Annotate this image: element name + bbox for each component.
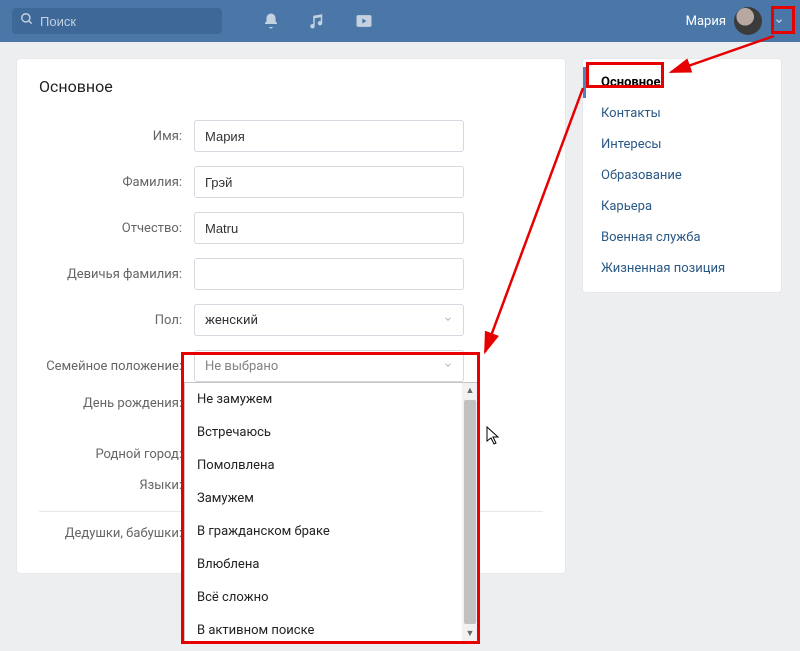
name-input[interactable] xyxy=(194,120,464,152)
scrollbar[interactable]: ▲ ▼ xyxy=(462,383,478,641)
topbar: Мария xyxy=(0,0,800,42)
dropdown-option[interactable]: Замужем xyxy=(185,482,462,515)
username: Мария xyxy=(686,14,726,29)
music-icon[interactable] xyxy=(308,12,326,30)
dropdown-list: Не замужемВстречаюсьПомолвленаЗамужемВ г… xyxy=(185,383,462,641)
top-icons xyxy=(262,11,374,31)
sidebar-item-career[interactable]: Карьера xyxy=(583,191,781,222)
hometown-label: Родной город: xyxy=(39,447,194,462)
scroll-up-icon[interactable]: ▲ xyxy=(466,383,475,398)
scroll-thumb[interactable] xyxy=(464,400,476,624)
dropdown-option[interactable]: В активном поиске xyxy=(185,614,462,641)
relationship-select[interactable]: Не выбрано xyxy=(194,350,464,382)
sidebar-item-military[interactable]: Военная служба xyxy=(583,222,781,253)
relationship-value: Не выбрано xyxy=(205,359,278,374)
avatar xyxy=(734,7,762,35)
sidebar-item-interests[interactable]: Интересы xyxy=(583,129,781,160)
dropdown-option[interactable]: Всё сложно xyxy=(185,581,462,614)
maiden-label: Девичья фамилия: xyxy=(39,267,194,282)
maiden-input[interactable] xyxy=(194,258,464,290)
scroll-down-icon[interactable]: ▼ xyxy=(466,626,475,641)
side-nav: Основное Контакты Интересы Образование К… xyxy=(582,58,782,293)
dropdown-option[interactable]: В гражданском браке xyxy=(185,515,462,548)
relationship-dropdown[interactable]: Не замужемВстречаюсьПомолвленаЗамужемВ г… xyxy=(184,382,479,642)
chevron-down-icon xyxy=(443,359,453,374)
name-label: Имя: xyxy=(39,129,194,144)
search-icon xyxy=(20,12,34,30)
dropdown-option[interactable]: Встречаюсь xyxy=(185,416,462,449)
bell-icon[interactable] xyxy=(262,12,280,30)
sidebar-item-education[interactable]: Образование xyxy=(583,160,781,191)
chevron-down-icon[interactable] xyxy=(770,12,788,30)
user-menu[interactable]: Мария xyxy=(686,7,788,35)
chevron-down-icon xyxy=(443,313,453,328)
dropdown-option[interactable]: Влюблена xyxy=(185,548,462,581)
page-title: Основное xyxy=(39,77,543,96)
sidebar-item-main[interactable]: Основное xyxy=(583,67,781,98)
surname-label: Фамилия: xyxy=(39,175,194,190)
relationship-label: Семейное положение: xyxy=(39,359,194,374)
patronymic-label: Отчество: xyxy=(39,221,194,236)
surname-input[interactable] xyxy=(194,166,464,198)
languages-label: Языки: xyxy=(39,478,194,493)
patronymic-input[interactable] xyxy=(194,212,464,244)
grandparents-label: Дедушки, бабушки: xyxy=(39,526,194,541)
birthday-label: День рождения: xyxy=(39,396,194,411)
search-box[interactable] xyxy=(12,8,222,34)
dropdown-option[interactable]: Помолвлена xyxy=(185,449,462,482)
gender-value: женский xyxy=(205,313,258,328)
gender-label: Пол: xyxy=(39,313,194,328)
sidebar-item-position[interactable]: Жизненная позиция xyxy=(583,253,781,284)
video-icon[interactable] xyxy=(354,11,374,31)
sidebar-item-contacts[interactable]: Контакты xyxy=(583,98,781,129)
gender-select[interactable]: женский xyxy=(194,304,464,336)
dropdown-option[interactable]: Не замужем xyxy=(185,383,462,416)
search-input[interactable] xyxy=(40,14,214,29)
